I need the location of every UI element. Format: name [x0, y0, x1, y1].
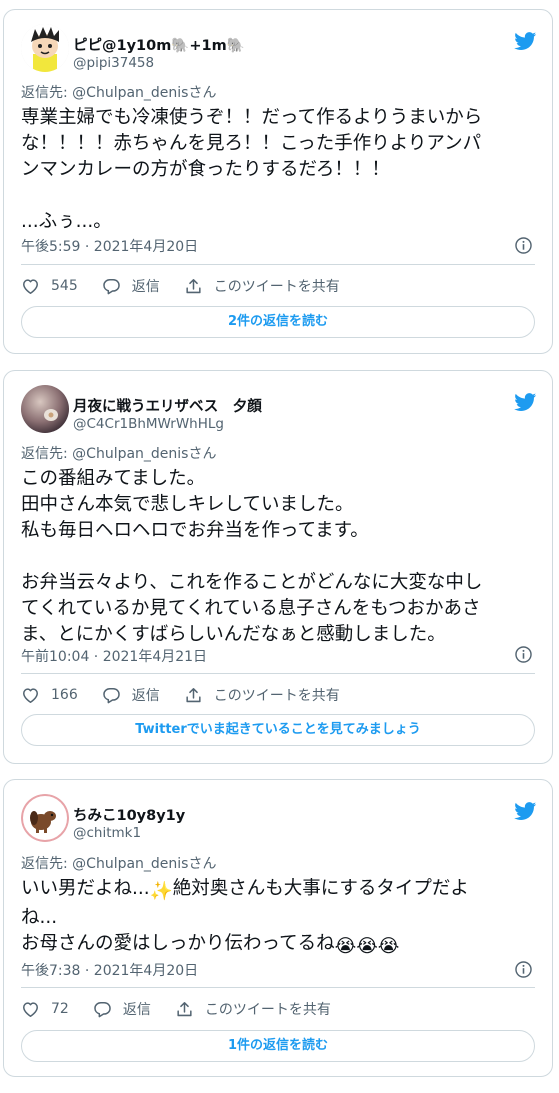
reply-label: 返信 [131, 279, 160, 295]
explore-twitter-button[interactable]: Twitterでいま起きていることを見てみましょう [21, 714, 535, 746]
tweet-text-line: 専業主婦でも冷凍使うぞ！！だって作るよりうまいから [21, 107, 483, 128]
timestamp[interactable]: 午前10:04 · 2021年4月21日 [21, 646, 207, 666]
reply-to-prefix: 返信先: [21, 85, 73, 101]
read-replies-button[interactable]: 1件の返信を読む [21, 1030, 535, 1062]
timestamp[interactable]: 午後7:38 · 2021年4月20日 [21, 960, 198, 980]
like-button[interactable]: 545 [21, 277, 78, 296]
action-bar: 166 返信 このツイートを共有 [21, 683, 535, 707]
info-icon[interactable] [514, 645, 533, 664]
like-count: 545 [51, 278, 78, 294]
share-label: このツイートを共有 [213, 688, 340, 704]
share-button[interactable]: このツイートを共有 [184, 685, 340, 705]
share-label: このツイートを共有 [204, 1002, 331, 1018]
reply-to-prefix: 返信先: [21, 856, 73, 872]
tweet-card[interactable]: ピピ@1y10m🐘+1m🐘 @pipi37458 返信先: @Chulpan_d… [3, 9, 553, 354]
tweet-text-line: ンマンカレーの方が食ったりするだろ！！！ [21, 159, 390, 180]
tweet-text-line: な！！！！赤ちゃんを見ろ！！こった手作りよりアンパ [21, 133, 482, 154]
divider [21, 264, 535, 265]
speech-bubble-icon [102, 686, 121, 705]
action-bar: 72 返信 このツイートを共有 [21, 997, 535, 1021]
tweet-text-line: ...ふぅ...。 [21, 211, 112, 232]
twitter-bird-icon[interactable] [513, 391, 538, 413]
tweet-header: ピピ@1y10m🐘+1m🐘 @pipi37458 [21, 22, 538, 72]
divider [21, 673, 535, 674]
reply-button[interactable]: 返信 [102, 685, 160, 705]
tweet-text-line [21, 183, 536, 209]
author-handle[interactable]: @C4Cr1BhMWrWhHLg [73, 416, 224, 432]
avatar[interactable] [21, 24, 69, 72]
tweet-text-line: お母さんの愛はしっかり伝わってるね😭😭😭 [21, 931, 536, 960]
action-bar: 545 返信 このツイートを共有 [21, 274, 535, 298]
author-handle[interactable]: @pipi37458 [73, 55, 154, 71]
sparkles-emoji: ✨ [149, 881, 173, 902]
info-icon[interactable] [514, 236, 533, 255]
reply-button[interactable]: 返信 [102, 276, 160, 296]
speech-bubble-icon [93, 1000, 112, 1019]
tweet-text-line: ね... [21, 907, 58, 928]
avatar[interactable] [21, 794, 69, 842]
tweet-text: いい男だよね...✨絶対奥さんも大事にするタイプだよ ね... お母さんの愛はし… [21, 876, 536, 960]
like-count: 166 [51, 687, 78, 703]
tweet-text-fragment: お母さんの愛はしっかり伝わってるね [21, 933, 335, 954]
tweet-card[interactable]: 月夜に戦うエリザベス 夕顔 @C4Cr1BhMWrWhHLg 返信先: @Chu… [3, 370, 553, 764]
heart-icon [21, 277, 40, 296]
reply-to: 返信先: @Chulpan_denisさん [21, 82, 216, 102]
reply-to: 返信先: @Chulpan_denisさん [21, 853, 216, 873]
info-icon[interactable] [514, 960, 533, 979]
tweet-text: 専業主婦でも冷凍使うぞ！！だって作るよりうまいから な！！！！赤ちゃんを見ろ！！… [21, 105, 536, 235]
reply-to-mention[interactable]: @Chulpan_denisさん [72, 856, 216, 872]
tweet-text-line: この番組みてました。 [21, 468, 206, 489]
speech-bubble-icon [102, 277, 121, 296]
tweet-text-line: てくれているか見てくれている息子さんをもつおかあさ [21, 598, 481, 619]
like-button[interactable]: 166 [21, 686, 78, 705]
share-upload-icon [184, 686, 203, 705]
crying-emoji: 😭😭😭 [334, 936, 400, 957]
share-button[interactable]: このツイートを共有 [184, 276, 340, 296]
heart-icon [21, 686, 40, 705]
divider [21, 987, 535, 988]
reply-to-mention[interactable]: @Chulpan_denisさん [72, 446, 216, 462]
author-handle[interactable]: @chitmk1 [73, 825, 141, 841]
reply-to-mention[interactable]: @Chulpan_denisさん [72, 85, 216, 101]
read-replies-button[interactable]: 2件の返信を読む [21, 306, 535, 338]
tweet-text-line: お弁当云々より、これを作ることがどんなに大変な中し [21, 572, 483, 593]
tweet-text-line: ま、とにかくすばらしいんだなぁと感動しました。 [21, 624, 446, 645]
reply-button[interactable]: 返信 [93, 999, 151, 1019]
avatar[interactable] [21, 385, 69, 433]
author-name[interactable]: 月夜に戦うエリザベス 夕顔 [73, 395, 262, 416]
share-label: このツイートを共有 [213, 279, 340, 295]
tweet-header: ちみこ10y8y1y @chitmk1 [21, 792, 538, 842]
tweet-text-fragment: 絶対奥さんも大事にするタイプだよ [172, 878, 469, 899]
tweet-text-line: 私も毎日ヘロヘロでお弁当を作ってます。 [21, 520, 369, 541]
tweet-card[interactable]: ちみこ10y8y1y @chitmk1 返信先: @Chulpan_denisさ… [3, 779, 553, 1077]
tweet-header: 月夜に戦うエリザベス 夕顔 @C4Cr1BhMWrWhHLg [21, 383, 538, 433]
share-upload-icon [175, 1000, 194, 1019]
author-name[interactable]: ちみこ10y8y1y [73, 804, 185, 825]
twitter-bird-icon[interactable] [513, 30, 538, 52]
tweet-text-line [21, 544, 536, 570]
tweet-text: この番組みてました。 田中さん本気で悲しキレしていました。 私も毎日ヘロヘロでお… [21, 466, 536, 648]
timestamp[interactable]: 午後5:59 · 2021年4月20日 [21, 236, 198, 256]
twitter-bird-icon[interactable] [513, 800, 538, 822]
tweet-text-fragment: いい男だよね... [21, 878, 150, 899]
like-count: 72 [51, 1001, 69, 1017]
share-upload-icon [184, 277, 203, 296]
tweet-text-line: いい男だよね...✨絶対奥さんも大事にするタイプだよ [21, 876, 536, 905]
reply-label: 返信 [122, 1002, 151, 1018]
reply-to: 返信先: @Chulpan_denisさん [21, 443, 216, 463]
reply-label: 返信 [131, 688, 160, 704]
share-button[interactable]: このツイートを共有 [175, 999, 331, 1019]
reply-to-prefix: 返信先: [21, 446, 73, 462]
like-button[interactable]: 72 [21, 1000, 69, 1019]
heart-icon [21, 1000, 40, 1019]
author-name[interactable]: ピピ@1y10m🐘+1m🐘 [73, 34, 245, 55]
tweet-text-line: 田中さん本気で悲しキレしていました。 [21, 494, 354, 515]
